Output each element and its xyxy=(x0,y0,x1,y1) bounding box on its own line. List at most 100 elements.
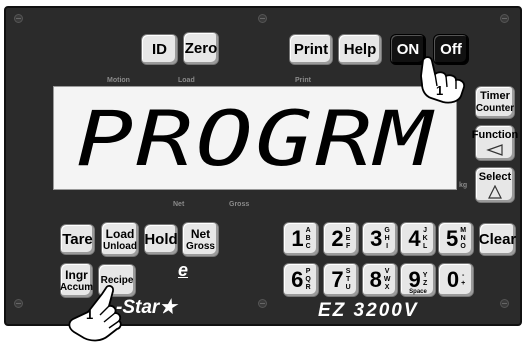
tare-button[interactable]: Tare xyxy=(60,224,95,255)
timer-label: Timer xyxy=(480,90,510,102)
key-digit: 7 xyxy=(331,267,344,292)
key-1-button[interactable]: 1ABC xyxy=(283,222,319,256)
hold-button[interactable]: Hold xyxy=(144,224,178,255)
screw-icon xyxy=(14,299,23,308)
key-7-button[interactable]: 7STU xyxy=(323,263,359,297)
key-letters: - + xyxy=(461,272,465,288)
screw-icon xyxy=(500,14,509,23)
key-6-button[interactable]: 6PQR xyxy=(283,263,319,297)
key-letters: GHI xyxy=(384,227,389,251)
key-letters: ABC xyxy=(306,227,311,251)
gross-indicator-label: Gross xyxy=(229,201,250,208)
key-letter: Y xyxy=(422,272,428,279)
key-letter: H xyxy=(384,235,390,242)
unload-label: Unload xyxy=(103,240,137,252)
key-3-button[interactable]: 3GHI xyxy=(362,222,398,256)
key-2-button[interactable]: 2DEF xyxy=(323,222,359,256)
key-digit: 0 xyxy=(446,267,460,292)
key-letter: S xyxy=(345,268,351,275)
display-readout: PROGRM xyxy=(75,93,435,183)
key-letter: E xyxy=(345,235,351,242)
key-4-button[interactable]: 4JKL xyxy=(400,222,436,256)
key-letters: PQR xyxy=(305,268,310,292)
key-letter: Q xyxy=(305,276,311,283)
key-letter: J xyxy=(423,227,428,234)
key-letter: A xyxy=(305,227,311,234)
triangle-up-icon xyxy=(488,184,502,199)
key-letter: X xyxy=(384,284,390,291)
screw-icon xyxy=(258,14,267,23)
pointing-hand-icon: 1 xyxy=(68,284,122,342)
load-indicator-label: Load xyxy=(178,77,195,84)
key-letter: L xyxy=(422,243,428,250)
key-8-button[interactable]: 8VWX xyxy=(362,263,398,297)
key-letter: O xyxy=(460,243,466,250)
key-digit: 4 xyxy=(408,226,421,251)
key-letters: JKL xyxy=(423,227,428,251)
key-0-button[interactable]: 0- + xyxy=(438,263,474,297)
key-letter: C xyxy=(305,243,311,250)
gross-label: Gross xyxy=(186,240,215,252)
ingr-label: Ingr xyxy=(65,267,88,282)
triangle-left-icon xyxy=(486,144,503,156)
load-unload-button[interactable]: Load Unload xyxy=(101,222,139,257)
key-letter: G xyxy=(384,227,390,234)
key-letter: I xyxy=(386,243,389,250)
lcd-display: PROGRM xyxy=(53,86,457,190)
key-digit: 1 xyxy=(291,226,304,251)
key-9-button[interactable]: 9 Y Z Space xyxy=(400,263,436,297)
key-letter: D xyxy=(345,227,351,234)
clear-button[interactable]: Clear xyxy=(479,223,516,256)
key-letter: P xyxy=(305,268,311,275)
key-letters: DEF xyxy=(346,227,351,251)
select-label: Select xyxy=(478,170,512,183)
key-letters: MNO xyxy=(460,227,466,251)
e-logo: e xyxy=(178,260,189,280)
star-icon: ★ xyxy=(159,297,177,318)
key-digit: 6 xyxy=(291,267,304,292)
key-digit: 2 xyxy=(331,226,344,251)
key-letters: YZ xyxy=(423,272,428,288)
key-letter: F xyxy=(345,243,351,250)
id-button[interactable]: ID xyxy=(141,34,178,65)
key-letter: W xyxy=(383,276,391,283)
key-letter: K xyxy=(422,235,428,242)
key-letter: U xyxy=(345,284,351,291)
counter-label: Counter xyxy=(475,103,515,114)
net-label: Net xyxy=(190,226,211,241)
key-letter: Z xyxy=(422,280,428,287)
screw-icon xyxy=(500,299,509,308)
print-button[interactable]: Print xyxy=(289,34,333,65)
key-letter: T xyxy=(345,276,351,283)
key-digit: 8 xyxy=(369,267,382,292)
screw-icon xyxy=(14,14,23,23)
space-label: Space xyxy=(409,289,427,295)
function-button[interactable]: Function xyxy=(471,125,519,161)
print-indicator-label: Print xyxy=(295,77,311,84)
model-label: EZ 3200V xyxy=(318,300,419,321)
key-5-button[interactable]: 5MNO xyxy=(438,222,474,256)
key-letter: B xyxy=(305,235,311,242)
function-label: Function xyxy=(471,129,519,141)
key-digit: 5 xyxy=(445,226,459,251)
key-letter: N xyxy=(460,235,466,242)
pointing-hand-icon: 1 xyxy=(420,56,466,104)
on-callout-number: 1 xyxy=(436,83,443,98)
net-gross-button[interactable]: Net Gross xyxy=(182,222,219,257)
motion-indicator-label: Motion xyxy=(107,77,130,84)
zero-button[interactable]: Zero xyxy=(183,32,219,65)
unit-indicator-label: kg xyxy=(459,182,468,189)
key-letters: VWX xyxy=(384,268,391,292)
timer-counter-button[interactable]: Timer Counter xyxy=(475,86,515,119)
brand-logo: -Star★ xyxy=(116,296,176,319)
select-button[interactable]: Select xyxy=(475,167,515,203)
key-letter: M xyxy=(460,227,467,234)
recipe-callout-number: 1 xyxy=(86,307,93,322)
net-indicator-label: Net xyxy=(173,201,185,208)
help-button[interactable]: Help xyxy=(338,34,382,65)
key-letters: STU xyxy=(346,268,351,292)
load-label: Load xyxy=(105,226,135,241)
screw-icon xyxy=(258,299,267,308)
key-letter: - xyxy=(461,272,465,279)
key-digit: 9 xyxy=(408,267,421,292)
